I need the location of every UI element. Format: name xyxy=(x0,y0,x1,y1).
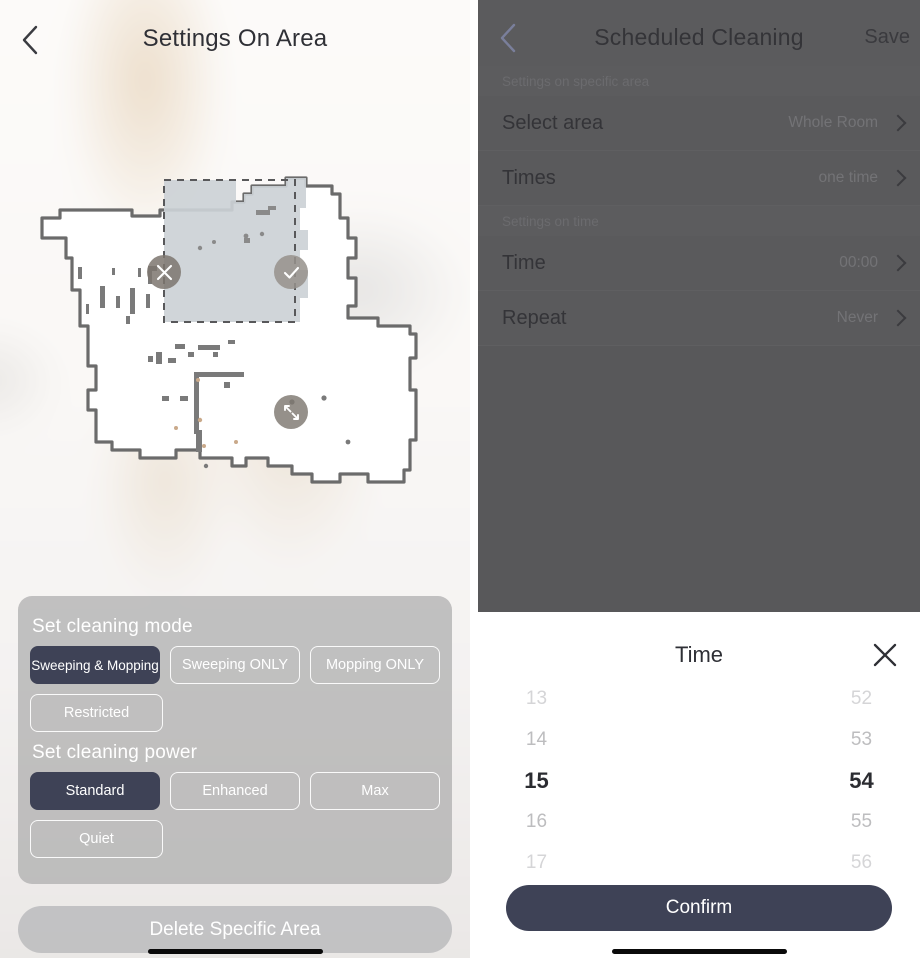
panel-divider xyxy=(470,0,478,958)
modal-close-button[interactable] xyxy=(872,642,898,668)
selection-resize-handle[interactable] xyxy=(274,395,308,429)
power-option-quiet[interactable]: Quiet xyxy=(30,820,163,858)
mode-option-sweeping-only[interactable]: Sweeping ONLY xyxy=(170,646,300,684)
modal-backdrop-dim[interactable]: Scheduled Cleaning Save Settings on spec… xyxy=(478,0,920,612)
section-header-specific-area: Settings on specific area xyxy=(478,66,920,96)
row-value: 00:00 xyxy=(839,254,878,271)
delete-specific-area-button[interactable]: Delete Specific Area xyxy=(18,906,452,953)
check-icon xyxy=(283,266,299,279)
time-picker-modal: Time 13 14 15 16 17 52 53 54 55 56 Confi… xyxy=(478,612,920,958)
power-option-standard[interactable]: Standard xyxy=(30,772,160,810)
row-value: one time xyxy=(818,169,878,186)
hour-item[interactable]: 17 xyxy=(526,842,547,883)
power-option-enhanced[interactable]: Enhanced xyxy=(170,772,300,810)
row-label: Repeat xyxy=(502,306,567,329)
row-time[interactable]: Time 00:00 xyxy=(478,236,920,291)
row-select-area[interactable]: Select area Whole Room xyxy=(478,96,920,151)
chevron-right-icon xyxy=(889,254,907,272)
left-header: Settings On Area xyxy=(0,0,470,78)
cleaning-power-row-1: Standard Enhanced Max xyxy=(30,772,440,810)
mode-option-restricted[interactable]: Restricted xyxy=(30,694,163,732)
minute-item[interactable]: 52 xyxy=(851,678,872,719)
row-label: Time xyxy=(502,251,546,274)
section-header-on-time: Settings on time xyxy=(478,206,920,236)
row-label: Select area xyxy=(502,111,604,134)
row-value: Never xyxy=(836,309,878,326)
hour-item[interactable]: 14 xyxy=(526,719,547,760)
row-label: Times xyxy=(502,166,556,189)
scheduled-cleaning-panel: Scheduled Cleaning Save Settings on spec… xyxy=(478,0,920,958)
row-repeat[interactable]: Repeat Never xyxy=(478,291,920,346)
back-button[interactable] xyxy=(10,20,50,60)
cleaning-settings-card: Set cleaning mode Sweeping & Mopping Swe… xyxy=(18,596,452,884)
mode-option-mopping-only[interactable]: Mopping ONLY xyxy=(310,646,440,684)
right-header: Scheduled Cleaning Save xyxy=(478,0,920,66)
cleaning-mode-row-1: Sweeping & Mopping Sweeping ONLY Mopping… xyxy=(30,646,440,684)
minute-item[interactable]: 55 xyxy=(851,801,872,842)
hour-item[interactable]: 13 xyxy=(526,678,547,719)
confirm-button[interactable]: Confirm xyxy=(506,885,892,931)
chevron-right-icon xyxy=(889,114,907,132)
home-indicator-right xyxy=(612,949,787,954)
chevron-left-icon xyxy=(22,25,38,55)
hour-column[interactable]: 13 14 15 16 17 xyxy=(478,688,699,873)
resize-diagonal-icon xyxy=(283,404,299,420)
cleaning-power-heading: Set cleaning power xyxy=(32,742,198,763)
selection-close-handle[interactable] xyxy=(147,255,181,289)
row-value: Whole Room xyxy=(788,114,878,131)
minute-item-selected[interactable]: 54 xyxy=(849,760,873,801)
selection-confirm-handle[interactable] xyxy=(274,255,308,289)
minute-column[interactable]: 52 53 54 55 56 xyxy=(699,688,920,873)
power-option-max[interactable]: Max xyxy=(310,772,440,810)
close-x-icon xyxy=(873,643,897,667)
hour-item[interactable]: 16 xyxy=(526,801,547,842)
floor-plan-map[interactable] xyxy=(0,90,470,570)
minute-item[interactable]: 56 xyxy=(851,842,872,883)
hour-item-selected[interactable]: 15 xyxy=(524,760,548,801)
chevron-right-icon xyxy=(889,169,907,187)
minute-item[interactable]: 53 xyxy=(851,719,872,760)
modal-title: Time xyxy=(674,642,724,667)
cleaning-power-row-2: Quiet xyxy=(30,820,440,858)
page-title-right: Scheduled Cleaning xyxy=(594,24,804,50)
mode-option-sweeping-mopping[interactable]: Sweeping & Mopping xyxy=(30,646,160,684)
row-times[interactable]: Times one time xyxy=(478,151,920,206)
app-screen: Settings On Area Set cleaning mode Sweep… xyxy=(0,0,920,958)
cleaning-mode-row-2: Restricted xyxy=(30,694,440,732)
page-title: Settings On Area xyxy=(142,25,328,52)
settings-list: Settings on specific area Select area Wh… xyxy=(478,66,920,346)
cleaning-mode-heading: Set cleaning mode xyxy=(32,616,193,637)
chevron-right-icon xyxy=(889,309,907,327)
time-picker[interactable]: 13 14 15 16 17 52 53 54 55 56 xyxy=(478,688,920,873)
settings-on-area-panel: Settings On Area Set cleaning mode Sweep… xyxy=(0,0,470,958)
close-x-icon xyxy=(156,264,172,280)
home-indicator-left xyxy=(148,949,323,954)
map-svg xyxy=(40,176,418,484)
save-button[interactable]: Save xyxy=(864,26,910,49)
